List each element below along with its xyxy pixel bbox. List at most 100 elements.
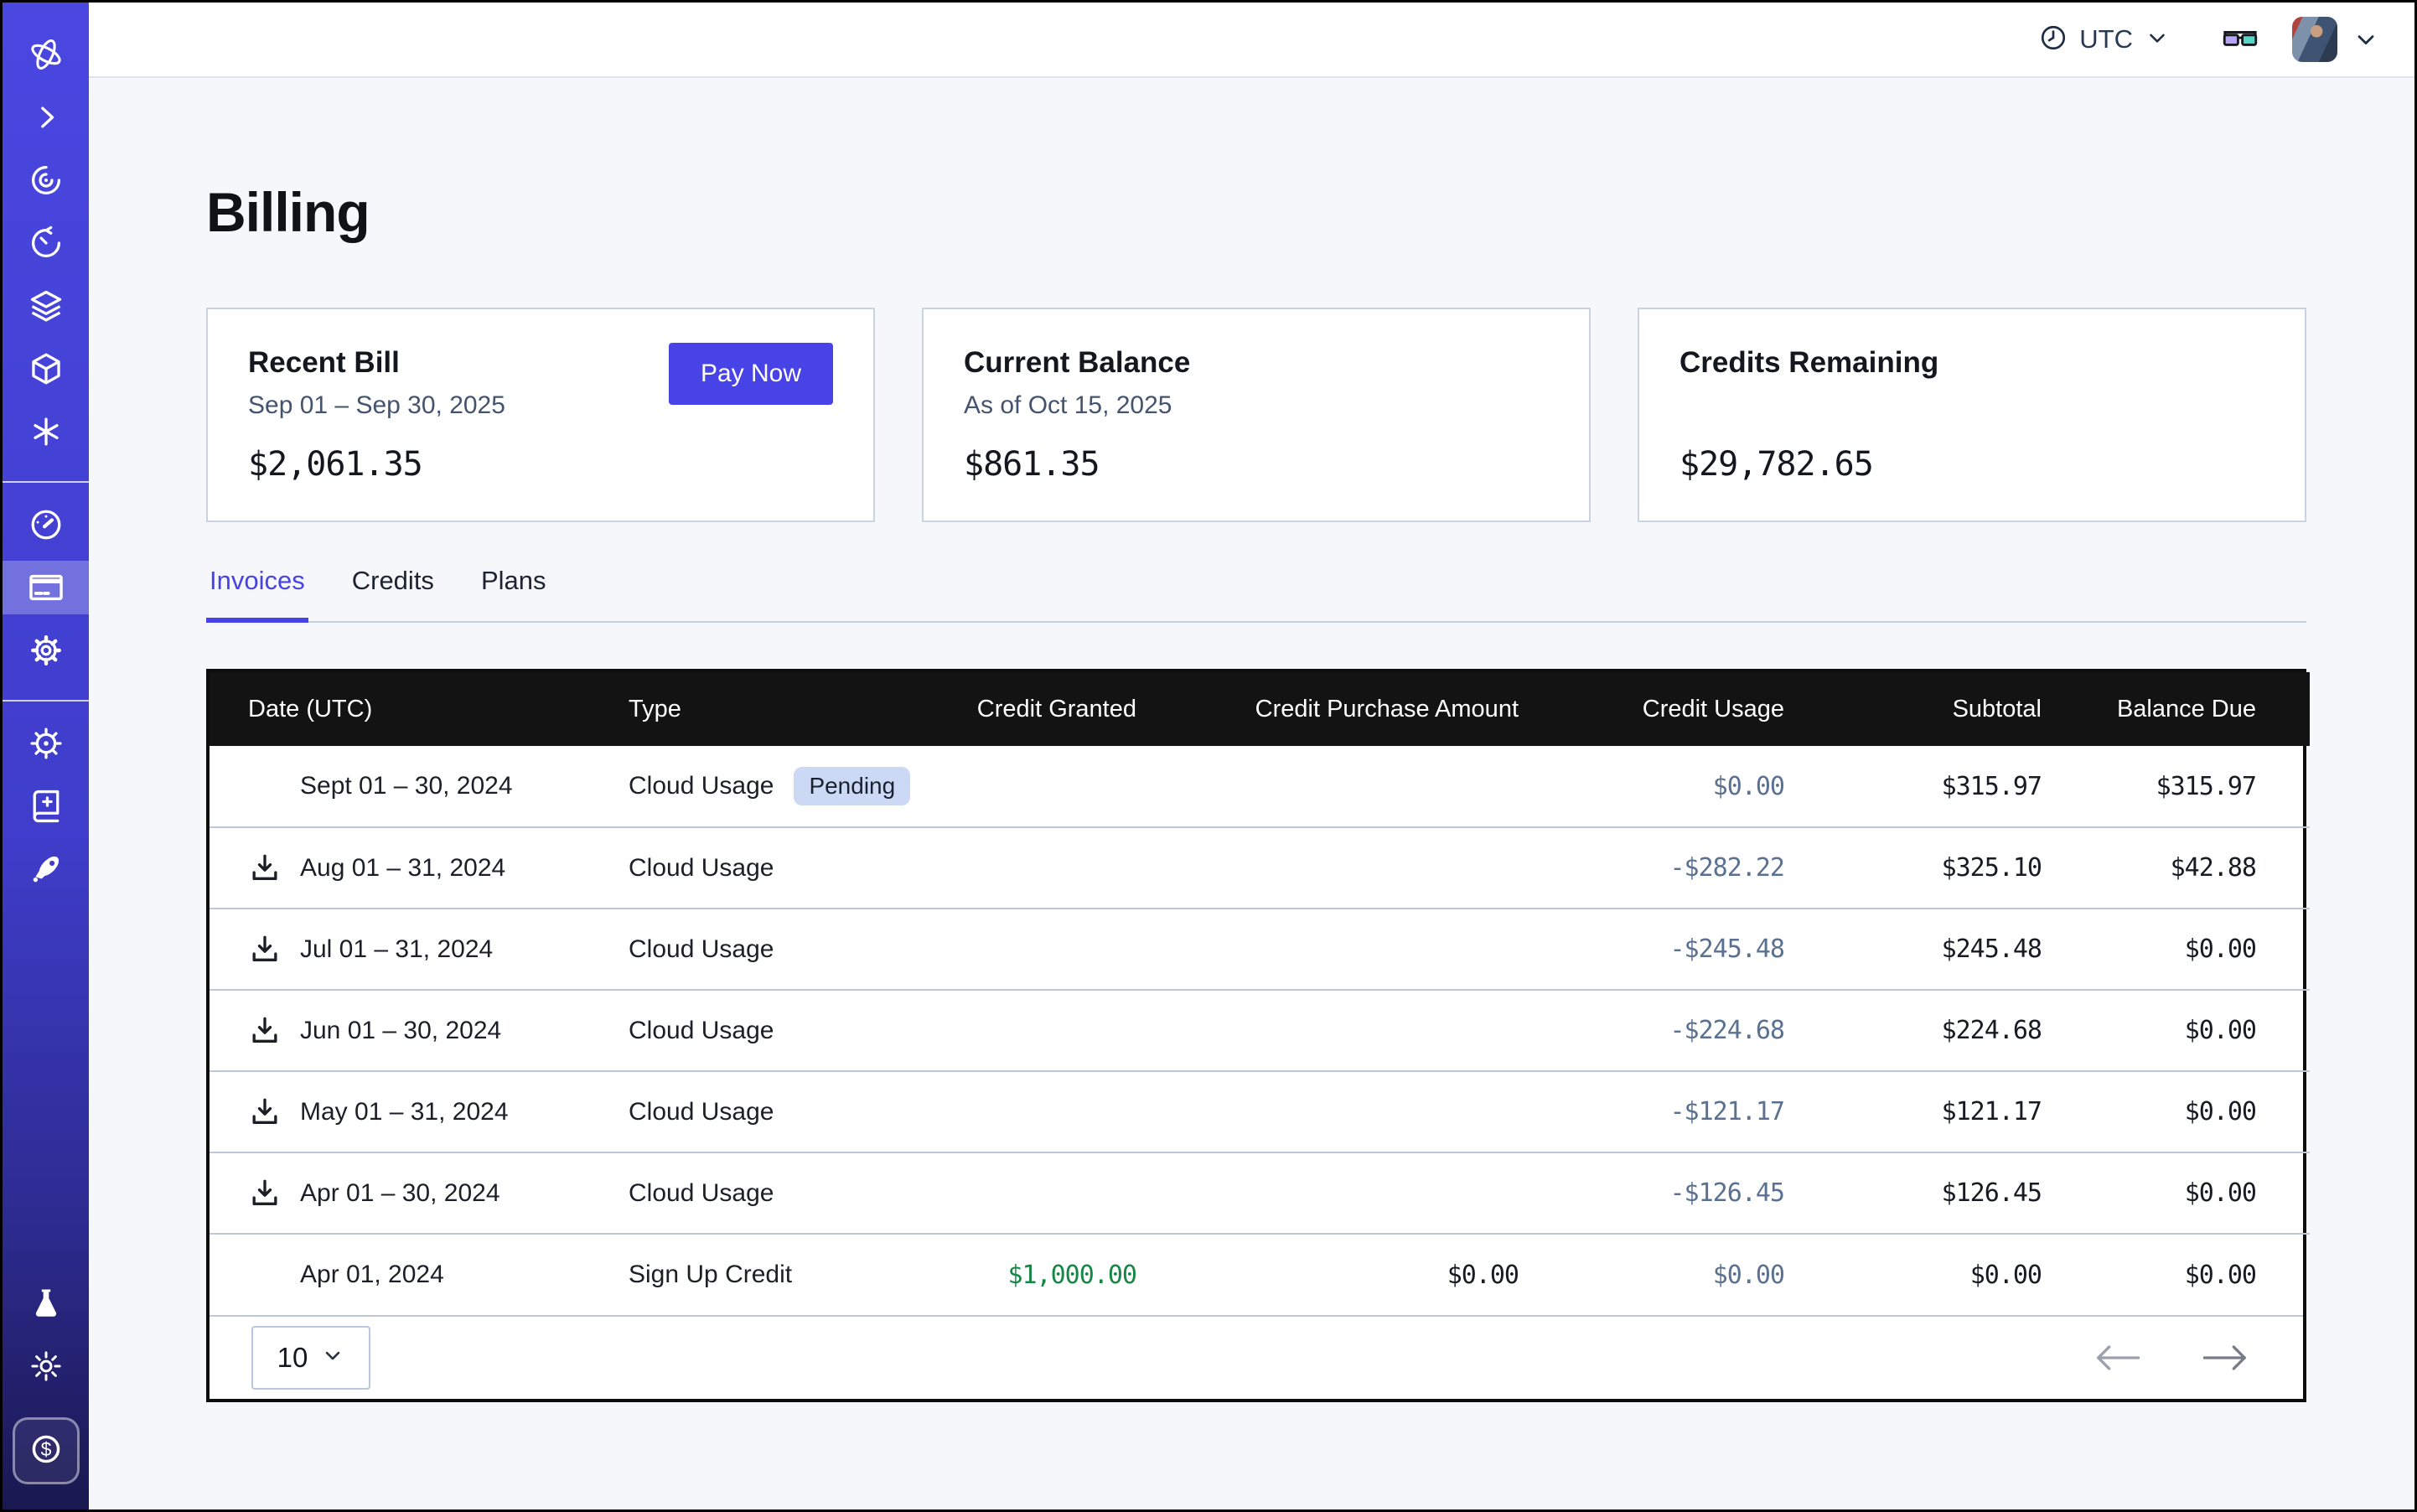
sidebar-item-history[interactable] [3,216,89,270]
credit-granted-value [927,1152,1136,1234]
balance-due-value: $0.00 [2042,1071,2310,1152]
timezone-selector[interactable]: UTC [2039,23,2170,56]
download-invoice-icon[interactable] [248,933,282,966]
sidebar-item-theme[interactable] [3,1339,89,1393]
billing-page: Billing Recent Bill Sep 01 – Sep 30, 202… [89,78,2414,1509]
credit-granted-value [927,1071,1136,1152]
download-invoice-icon[interactable] [248,1177,282,1210]
column-header-type: Type [629,672,927,746]
column-header-credit-usage: Credit Usage [1519,672,1784,746]
balance-due-value: $0.00 [2042,1234,2310,1315]
chevron-down-icon[interactable] [2352,26,2379,53]
page-size-select[interactable]: 10 [251,1326,370,1390]
sidebar-item-packages[interactable] [3,342,89,396]
column-header-subtotal: Subtotal [1784,672,2042,746]
sidebar-item-settings[interactable] [3,624,89,677]
helm-icon [28,725,65,762]
topbar: UTC [89,3,2414,78]
table-row: Jun 01 – 30, 2024 Cloud Usage -$224.68 $… [210,990,2310,1071]
gauge-icon [28,506,65,543]
credit-purchase-amount-value [1136,1152,1519,1234]
gear-icon [28,632,65,669]
balance-due-value: $42.88 [2042,827,2310,909]
chevron-down-icon [2145,25,2170,54]
asterisk-icon [28,414,64,449]
current-balance-amount: $861.35 [964,445,1549,484]
invoice-date: Sept 01 – 30, 2024 [300,772,513,800]
credit-usage-value: -$245.48 [1519,909,1784,990]
current-balance-card: Current Balance As of Oct 15, 2025 $861.… [922,308,1591,522]
table-row: Sept 01 – 30, 2024 Cloud Usage Pending $… [210,746,2310,827]
credit-purchase-amount-value [1136,746,1519,827]
table-row: Jul 01 – 31, 2024 Cloud Usage -$245.48 $… [210,909,2310,990]
next-page-button[interactable] [2199,1340,2251,1375]
sidebar-item-docs[interactable] [3,779,89,833]
subtotal-value: $126.45 [1784,1152,2042,1234]
pay-now-button[interactable]: Pay Now [669,343,833,405]
sidebar-item-labs[interactable] [3,1276,89,1330]
download-invoice-icon[interactable] [248,1095,282,1129]
status-badge: Pending [794,767,910,805]
credit-purchase-amount-value [1136,827,1519,909]
docs-book-icon [28,788,65,825]
column-header-date: Date (UTC) [210,672,629,746]
subtotal-value: $0.00 [1784,1234,2042,1315]
sidebar-item-billing[interactable] [3,561,89,614]
svg-text:$: $ [40,1438,51,1460]
card-title: Credits Remaining [1679,346,2264,380]
balance-due-value: $0.00 [2042,990,2310,1071]
dollar-seal-icon: $ [27,1430,65,1473]
sidebar-item-rewards[interactable]: $ [13,1417,80,1484]
sidebar: $ [3,3,89,1509]
sidebar-item-layers[interactable] [3,279,89,333]
tab-invoices[interactable]: Invoices [206,562,308,623]
sidebar-item-getting-started[interactable] [3,842,89,896]
flask-icon [28,1286,64,1321]
tab-credits[interactable]: Credits [349,562,437,623]
invoice-type: Sign Up Credit [629,1261,792,1289]
subtotal-value: $325.10 [1784,827,2042,909]
billing-card-icon [27,568,65,607]
observe-icon [28,162,65,199]
main-area: UTC Billing Recent Bill Sep 01 – Sep 30,… [89,3,2414,1509]
credit-purchase-amount-value: $0.00 [1136,1234,1519,1315]
app-window: $ UTC Billing Recent Bill Sep 01 – Sep 3… [0,0,2417,1512]
invoice-date: Jun 01 – 30, 2024 [300,1017,501,1045]
clock-icon [2039,23,2068,56]
table-row: Aug 01 – 31, 2024 Cloud Usage -$282.22 $… [210,827,2310,909]
download-invoice-icon[interactable] [248,1014,282,1048]
sidebar-item-usage[interactable] [3,498,89,551]
sidebar-item-admin[interactable] [3,717,89,770]
rocket-icon [27,850,65,888]
card-title: Current Balance [964,346,1549,380]
sidebar-item-expand[interactable] [3,91,89,144]
subtotal-value: $315.97 [1784,746,2042,827]
credit-usage-value: -$282.22 [1519,827,1784,909]
sidebar-item-observe[interactable] [3,153,89,207]
sidebar-spacer [3,905,89,1276]
brightness-sun-icon [28,1349,64,1384]
app-logo[interactable] [3,28,89,81]
recent-bill-amount: $2,061.35 [248,445,833,484]
card-subtitle [1679,391,2264,422]
invoice-type: Cloud Usage [629,935,774,964]
invoice-type: Cloud Usage [629,1098,774,1126]
table-pagination: 10 [210,1315,2303,1399]
tab-plans[interactable]: Plans [478,562,550,623]
previous-page-button[interactable] [2092,1340,2144,1375]
invoice-type: Cloud Usage [629,772,774,800]
page-title: Billing [206,180,2306,244]
sidebar-item-functions[interactable] [3,405,89,458]
credit-granted-value [927,827,1136,909]
sidebar-divider [3,481,89,483]
credit-purchase-amount-value [1136,990,1519,1071]
3d-glasses-icon[interactable] [2222,25,2259,54]
column-header-balance-due: Balance Due [2042,672,2310,746]
user-avatar[interactable] [2292,17,2337,62]
download-invoice-icon[interactable] [248,852,282,885]
credit-usage-value: -$126.45 [1519,1152,1784,1234]
subtotal-value: $245.48 [1784,909,2042,990]
invoice-type: Cloud Usage [629,1017,774,1045]
billing-tabs: Invoices Credits Plans [206,562,2306,623]
invoice-table-body: Sept 01 – 30, 2024 Cloud Usage Pending $… [210,746,2310,1315]
